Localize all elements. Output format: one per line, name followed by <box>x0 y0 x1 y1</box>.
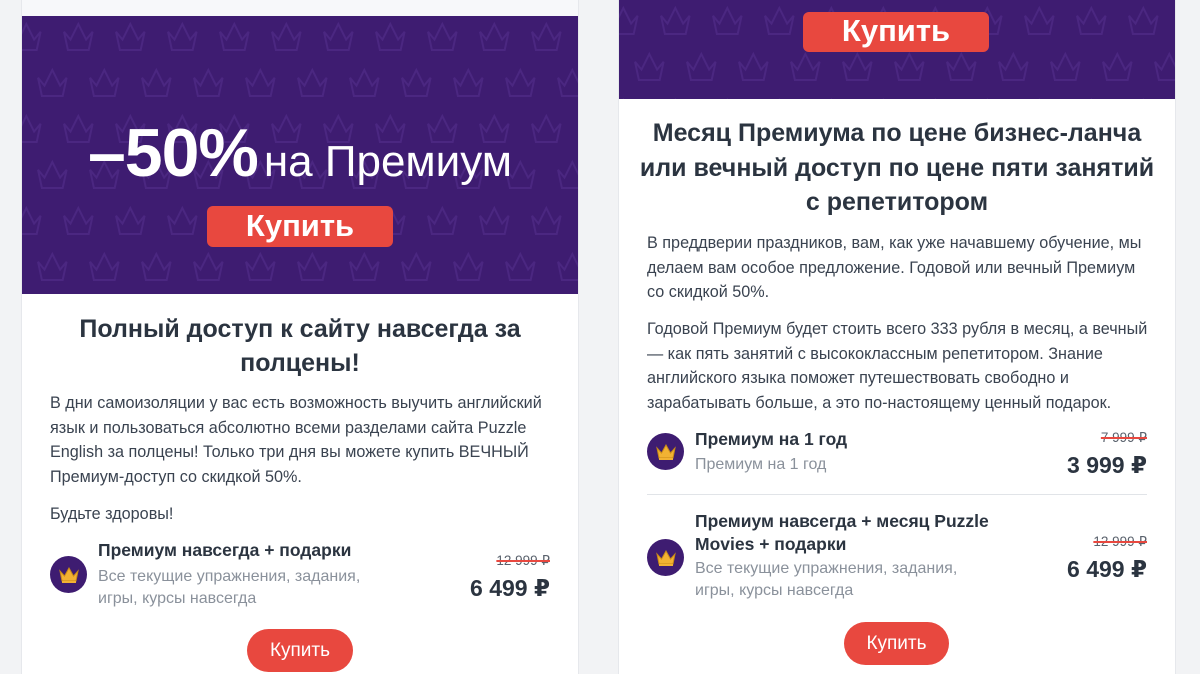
current-price: 6 499 ₽ <box>1067 556 1147 582</box>
promo-banner: Купить <box>619 0 1175 99</box>
offer-item: Премиум на 1 год Премиум на 1 год 7 999 … <box>619 425 1175 485</box>
offer-description: Все текущие упражнения, задания, игры, к… <box>98 568 361 607</box>
banner-buy-button[interactable]: Купить <box>803 12 989 52</box>
offer-divider <box>647 494 1147 495</box>
card-top-strip <box>22 0 578 16</box>
buy-button[interactable]: Купить <box>247 629 353 672</box>
body-paragraph: В преддверии праздников, вам, как уже на… <box>647 234 1142 301</box>
discount-text: –50% <box>87 115 259 191</box>
offer-name: Премиум на 1 год <box>695 429 848 449</box>
offer-description: Премиум на 1 год <box>695 456 827 473</box>
offer-description: Все текущие упражнения, задания, игры, к… <box>695 560 958 599</box>
old-price: 12 999 ₽ <box>496 553 550 568</box>
buy-button[interactable]: Купить <box>844 622 949 665</box>
banner-buy-button[interactable]: Купить <box>207 206 393 247</box>
headline-rest: на Премиум <box>263 137 513 186</box>
promo-banner: –50% на Премиум Купить <box>22 16 578 294</box>
body-paragraph: В дни самоизоляции у вас есть возможност… <box>50 394 542 486</box>
crown-icon <box>647 433 684 470</box>
current-price: 3 999 ₽ <box>1067 452 1147 478</box>
crown-icon <box>647 539 684 576</box>
banner-headline: –50% на Премиум <box>22 114 578 192</box>
right-promo-card: Купить Месяц Премиума по цене бизнес-лан… <box>619 0 1175 674</box>
offer-name: Премиум навсегда + подарки <box>98 540 352 560</box>
offer-name: Премиум навсегда + месяц Puzzle Movies +… <box>695 511 989 554</box>
old-price: 7 999 ₽ <box>1100 430 1147 445</box>
offer-item: Премиум навсегда + подарки Все текущие у… <box>22 538 578 618</box>
offer-item: Премиум навсегда + месяц Puzzle Movies +… <box>619 508 1175 608</box>
left-promo-card: –50% на Премиум Купить Полный доступ к са… <box>22 0 578 674</box>
crown-icon <box>50 556 87 593</box>
current-price: 6 499 ₽ <box>470 575 550 601</box>
greeting-paragraph: Будьте здоровы! <box>50 505 174 523</box>
card-title: Полный доступ к сайту навсегда за полцен… <box>79 315 521 377</box>
old-price: 12 999 ₽ <box>1093 534 1147 549</box>
card-title: Месяц Премиума по цене бизнес-ланча или … <box>639 119 1155 216</box>
body-paragraph: Годовой Премиум будет стоить всего 333 р… <box>647 320 1148 412</box>
